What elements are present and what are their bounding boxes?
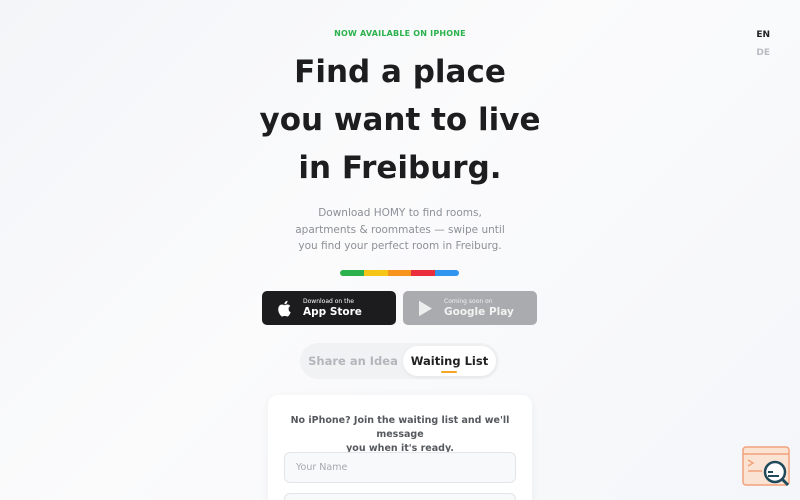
form-tabs: Share an Idea Waiting List	[300, 343, 499, 379]
message-line-1: No iPhone? Join the waiting list and we'…	[290, 415, 510, 440]
hero-description: Download HOMY to find rooms, apartments …	[0, 205, 800, 255]
color-stripe	[340, 270, 459, 276]
headline-line-1: Find a place	[294, 54, 506, 90]
apple-logo-icon	[275, 299, 293, 317]
search-chat-icon[interactable]	[742, 446, 790, 488]
color-stripe-segment	[387, 270, 412, 276]
email-input[interactable]	[284, 493, 516, 500]
waiting-list-form: No iPhone? Join the waiting list and we'…	[268, 395, 532, 500]
google-play-button[interactable]: Coming soon on Google Play	[403, 291, 537, 325]
color-stripe-segment	[435, 270, 459, 276]
color-stripe-segment	[340, 270, 364, 276]
app-store-label: App Store	[303, 305, 362, 318]
page-title: Find a place you want to live in Freibur…	[0, 48, 800, 192]
name-input[interactable]	[284, 452, 516, 483]
app-store-caption: Download on the	[303, 297, 354, 305]
waiting-list-message: No iPhone? Join the waiting list and we'…	[268, 414, 532, 456]
availability-tagline: NOW AVAILABLE ON IPHONE	[334, 29, 466, 38]
headline-line-3: in Freiburg.	[298, 150, 502, 186]
tab-waiting-list-label: Waiting List	[410, 354, 489, 368]
active-tab-indicator	[441, 371, 457, 373]
description-line-2: apartments & roommates — swipe until	[295, 223, 505, 236]
tab-share-idea[interactable]: Share an Idea	[303, 346, 403, 376]
google-play-icon	[416, 299, 434, 317]
headline-line-2: you want to live	[259, 102, 541, 138]
description-line-1: Download HOMY to find rooms,	[318, 207, 482, 219]
app-store-button[interactable]: Download on the App Store	[262, 291, 396, 325]
description-line-3: you find your perfect room in Freiburg.	[298, 240, 502, 252]
google-play-label: Google Play	[444, 305, 514, 318]
color-stripe-segment	[363, 270, 388, 276]
color-stripe-segment	[411, 270, 436, 276]
tab-waiting-list[interactable]: Waiting List	[403, 346, 496, 376]
google-play-caption: Coming soon on	[444, 297, 493, 305]
